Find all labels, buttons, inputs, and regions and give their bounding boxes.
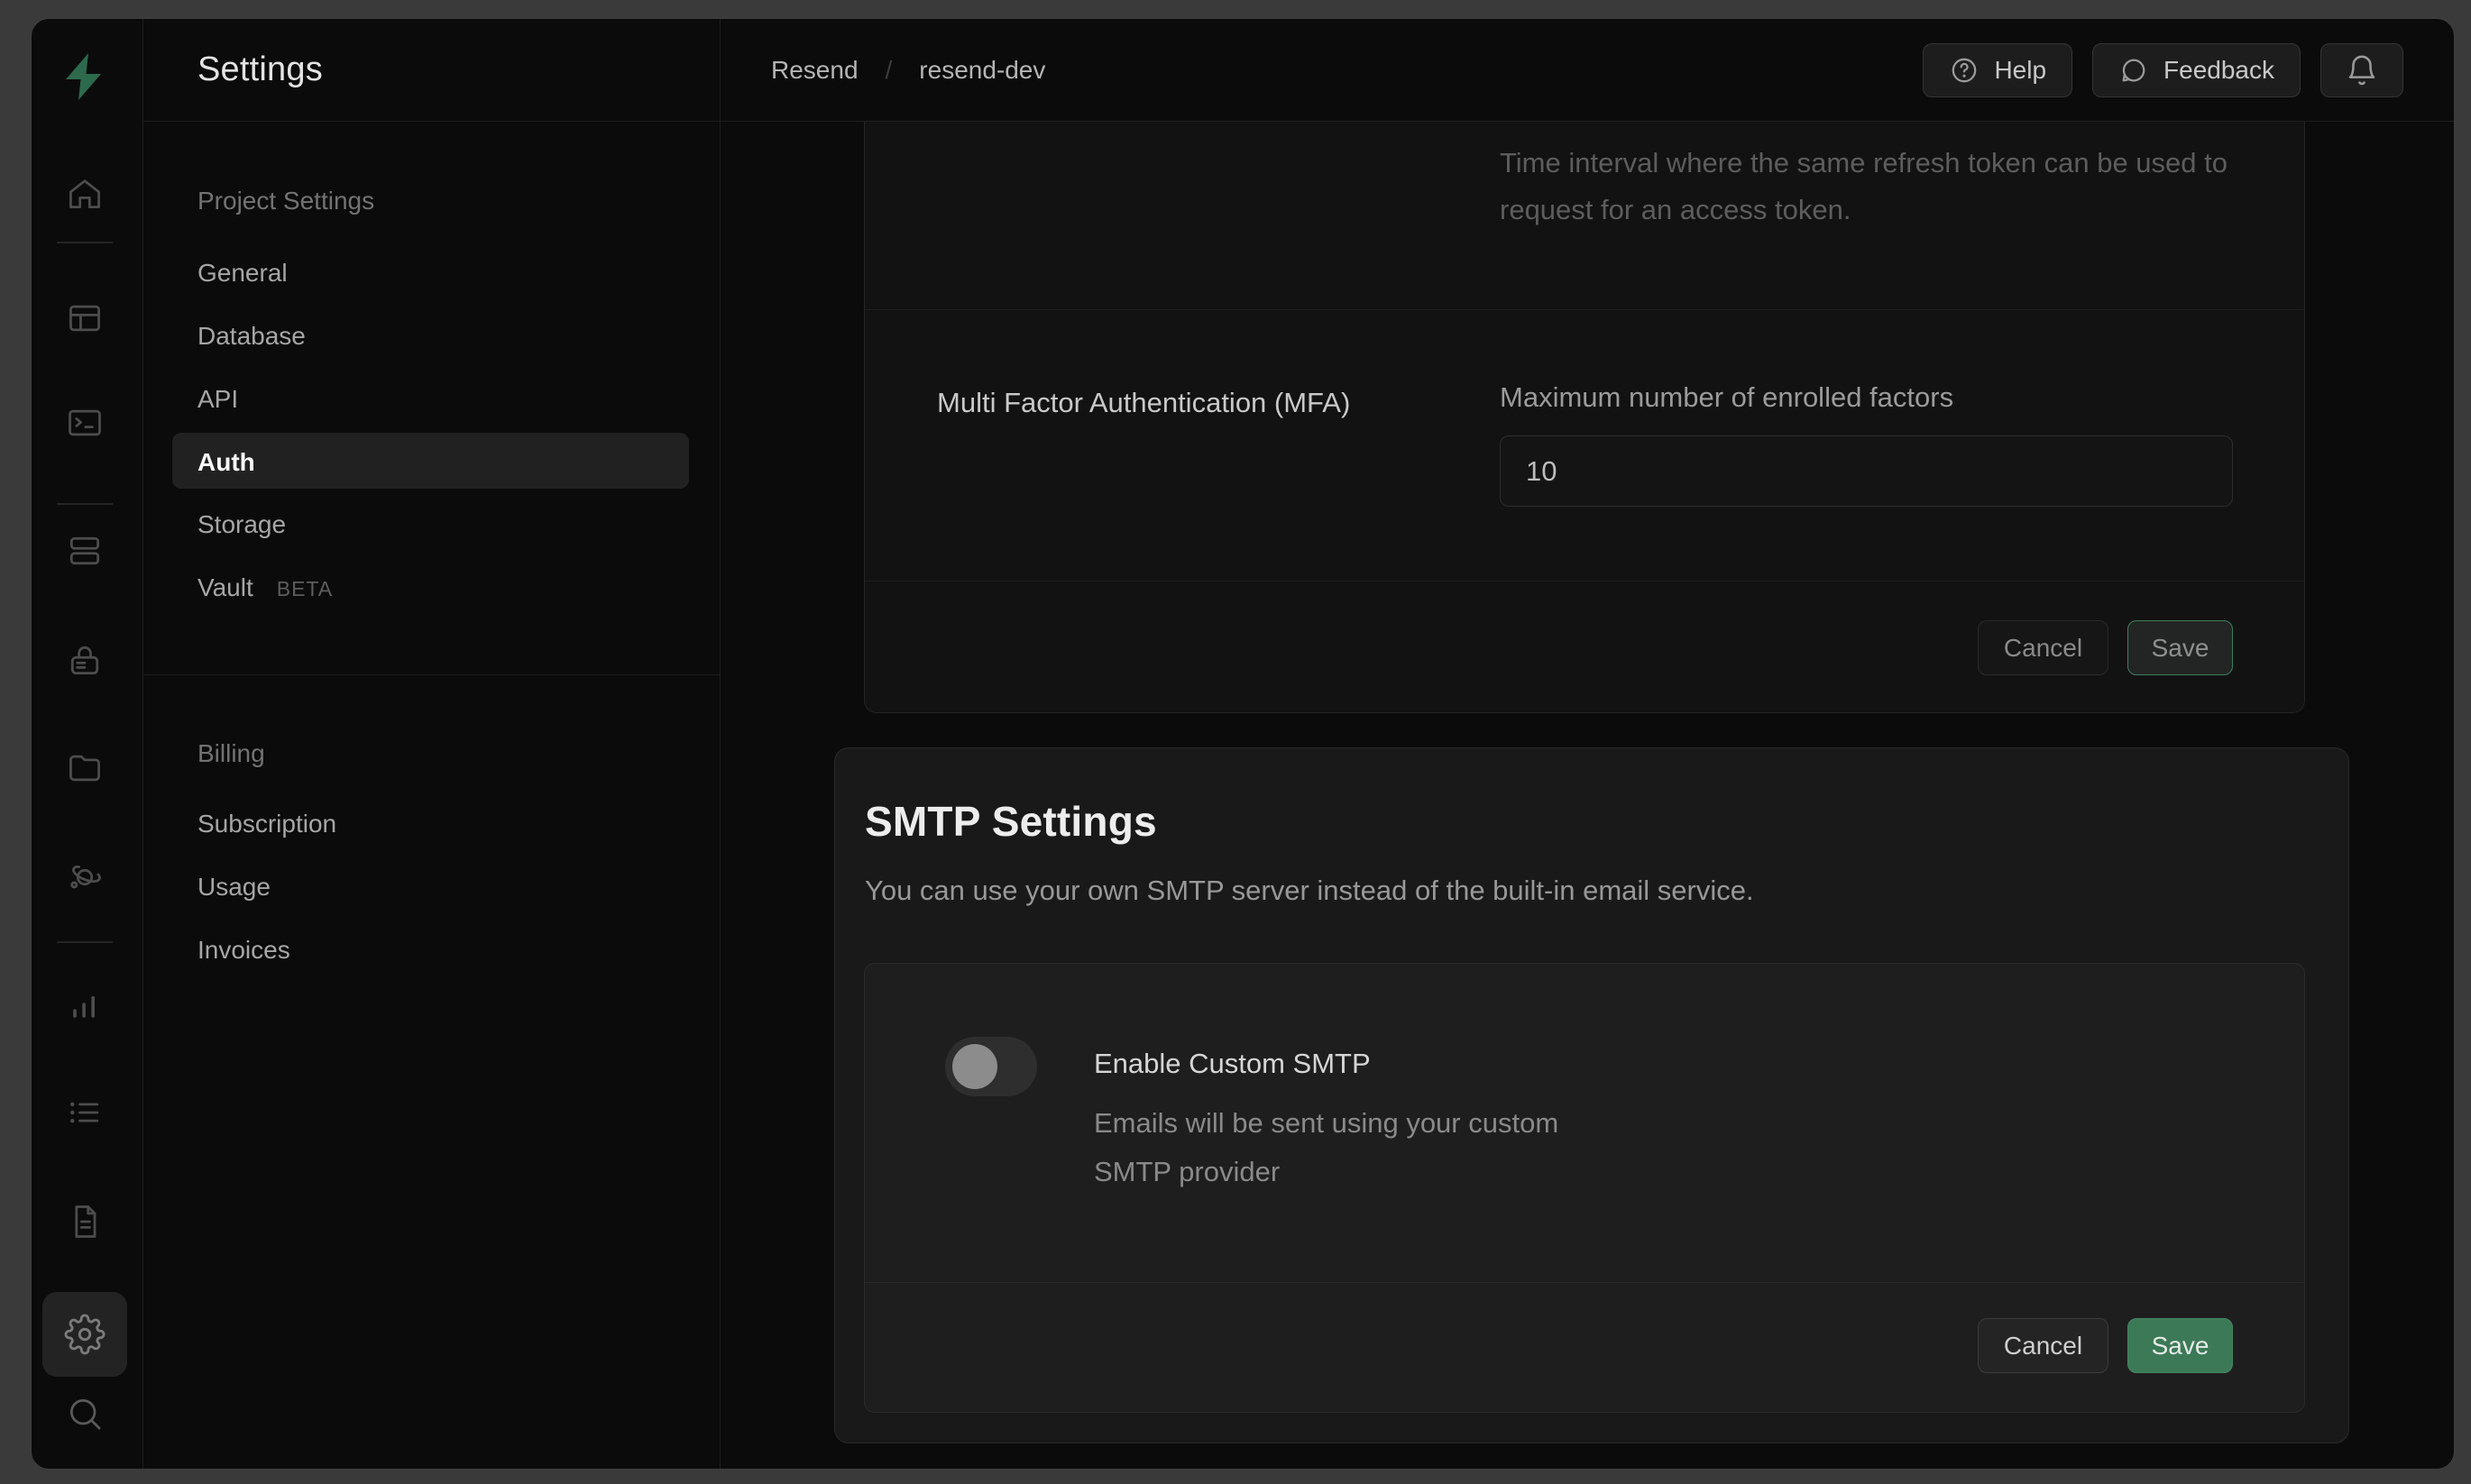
panel-footer-divider [865,1282,2304,1283]
menu-group-billing: Billing [197,737,265,771]
bar-chart-icon [65,985,105,1025]
nav-reports[interactable] [63,984,106,1027]
refresh-token-help-text: Time interval where the same refresh tok… [1500,140,2257,234]
list-icon [65,1093,105,1132]
help-button[interactable]: Help [1923,43,2072,97]
lock-icon [65,640,105,680]
auth-save-button[interactable]: Save [2127,620,2233,675]
nav-settings[interactable] [42,1292,127,1377]
rail-divider [57,503,113,505]
sidebar-item-general[interactable]: General [197,256,288,290]
toggle-knob [952,1044,997,1089]
database-icon [65,531,105,571]
nav-edge-functions[interactable] [63,856,106,899]
app-window: Settings Project Settings General Databa… [31,18,2455,1470]
nav-table-editor[interactable] [63,297,106,340]
sidebar-item-vault[interactable]: Vault BETA [197,571,333,606]
edge-functions-icon [65,857,105,897]
help-button-label: Help [1994,56,2046,85]
vault-label: Vault [197,573,253,601]
card-divider [865,581,2304,582]
sidebar-item-api[interactable]: API [197,382,238,417]
nav-auth[interactable] [63,638,106,682]
max-enrolled-factors-input[interactable] [1500,435,2233,507]
card-divider [865,309,2304,310]
sidebar-item-invoices[interactable]: Invoices [197,933,290,967]
topbar-actions: Help Feedback [1923,43,2403,97]
nav-database[interactable] [63,529,106,573]
gear-icon [64,1314,106,1355]
nav-docs[interactable] [63,1200,106,1243]
folder-icon [65,748,105,788]
breadcrumb-project[interactable]: resend-dev [919,56,1045,85]
sidebar-item-usage[interactable]: Usage [197,870,271,904]
table-editor-icon [65,298,105,338]
menu-group-project-settings: Project Settings [197,184,374,218]
smtp-panel: Enable Custom SMTP Emails will be sent u… [864,963,2305,1413]
enable-custom-smtp-toggle[interactable] [945,1037,1037,1096]
auth-cancel-button[interactable]: Cancel [1978,620,2108,675]
nav-rail [32,19,143,1469]
smtp-save-button[interactable]: Save [2127,1318,2233,1373]
smtp-cancel-button[interactable]: Cancel [1978,1318,2108,1373]
nav-logs[interactable] [63,1091,106,1134]
supabase-logo[interactable] [58,50,112,111]
smtp-settings-card: SMTP Settings You can use your own SMTP … [834,747,2349,1443]
beta-badge: BETA [277,577,333,600]
enable-custom-smtp-label: Enable Custom SMTP [1094,1046,1371,1082]
smtp-card-description: You can use your own SMTP server instead… [865,875,1754,907]
breadcrumb-org[interactable]: Resend [771,56,859,85]
feedback-button[interactable]: Feedback [2092,43,2301,97]
max-enrolled-factors-label: Maximum number of enrolled factors [1500,380,1953,416]
scroll-content: Time interval where the same refresh tok… [721,122,2454,1469]
main-area: Resend / resend-dev Help Feedback [721,19,2454,1469]
settings-sidebar-header: Settings [143,19,720,122]
sql-editor-icon [65,403,105,443]
sidebar-item-storage[interactable]: Storage [197,508,286,542]
file-text-icon [65,1202,105,1241]
enable-custom-smtp-description: Emails will be sent using your custom SM… [1094,1099,1635,1196]
sidebar-item-subscription[interactable]: Subscription [197,807,336,841]
topbar: Resend / resend-dev Help Feedback [721,19,2454,122]
supabase-bolt-icon [58,50,112,104]
feedback-button-label: Feedback [2163,56,2274,85]
nav-sql-editor[interactable] [63,401,106,444]
smtp-card-title: SMTP Settings [865,799,1157,844]
feedback-icon [2118,55,2149,86]
mfa-section-label: Multi Factor Authentication (MFA) [937,385,1350,421]
rail-divider [57,941,113,943]
notifications-button[interactable] [2320,43,2403,97]
page-title: Settings [197,50,323,89]
sidebar-item-database[interactable]: Database [197,319,306,353]
nav-storage[interactable] [63,747,106,790]
breadcrumb-separator: / [886,56,893,85]
settings-sidebar: Settings Project Settings General Databa… [143,19,721,1469]
nav-search[interactable] [63,1392,106,1435]
menu-divider [143,674,720,675]
bell-icon [2345,53,2379,87]
help-icon [1949,55,1980,86]
home-icon [65,174,105,214]
sidebar-item-auth[interactable]: Auth [197,445,255,480]
search-icon [65,1394,105,1434]
nav-home[interactable] [63,172,106,215]
auth-settings-card: Time interval where the same refresh tok… [864,122,2305,713]
rail-divider [57,242,113,243]
